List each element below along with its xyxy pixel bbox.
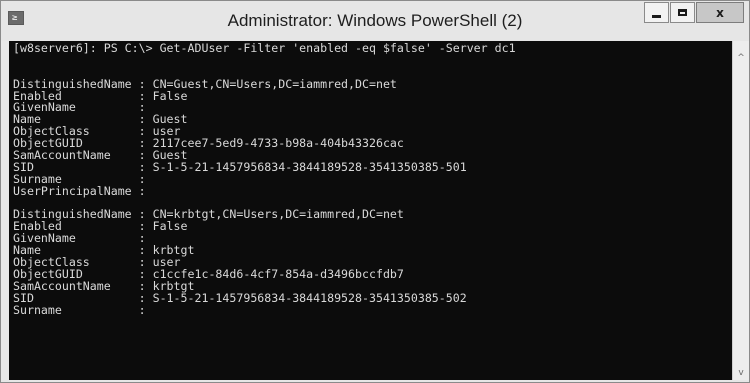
console-line: UserPrincipalName : [13, 183, 146, 198]
console-output[interactable]: [w8server6]: PS C:\> Get-ADUser -Filter … [9, 41, 732, 380]
maximize-icon [678, 9, 687, 16]
scroll-up-icon[interactable]: ^ [733, 53, 749, 63]
minimize-button[interactable] [644, 2, 669, 23]
console-lines: [w8server6]: PS C:\> Get-ADUser -Filter … [13, 41, 516, 317]
console-line: [w8server6]: PS C:\> Get-ADUser -Filter … [13, 41, 516, 55]
console-line: Surname : [13, 302, 146, 317]
caption-buttons: x [643, 2, 744, 24]
close-button[interactable]: x [696, 2, 744, 23]
scroll-down-icon[interactable]: v [733, 368, 749, 378]
minimize-icon [652, 14, 661, 18]
window-bottom-edge [1, 380, 749, 382]
maximize-button[interactable] [670, 2, 695, 23]
title-bar[interactable]: ≥ Administrator: Windows PowerShell (2) … [1, 1, 749, 41]
close-icon: x [716, 5, 724, 20]
window-title: Administrator: Windows PowerShell (2) [227, 11, 523, 30]
vertical-scrollbar[interactable]: ^ v [732, 41, 749, 380]
powershell-window: ≥ Administrator: Windows PowerShell (2) … [0, 0, 750, 383]
